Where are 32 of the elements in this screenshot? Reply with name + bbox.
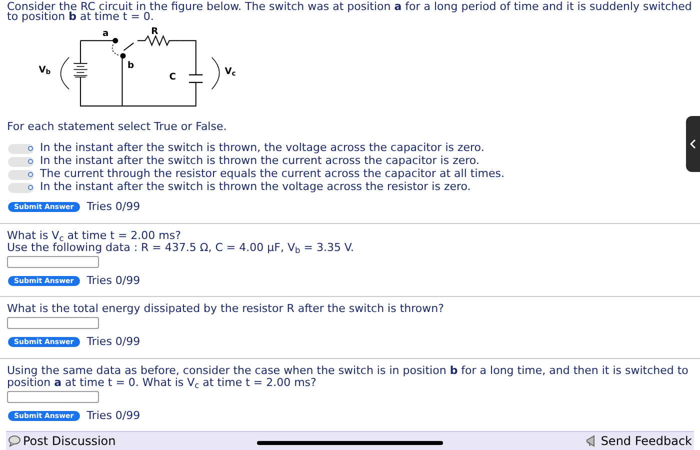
resistor-label: R [151, 27, 158, 36]
speech-bubble-icon [8, 435, 21, 447]
question-text: Using the same data as before, consider the case when the switch is in position b for a long time, and then it is switched to position a at time t = 0. What is V$_{c}$ at time t = 2.00 ms? [7, 364, 688, 388]
chevron-left-icon [690, 139, 696, 149]
voltage-label: V$_{c}$ [224, 66, 236, 76]
capacitor-label: C [169, 71, 176, 82]
switch-label: a [102, 28, 109, 38]
tries-counter: Tries 0/99 [86, 334, 140, 350]
question-text: What is V$_{c}$ at time t = 2.00 ms? [7, 228, 181, 242]
intro-text: Consider the RC circuit in the figure below. The switch was at position a for a long period of time and it is suddenly switched to position b at time t = 0. [7, 0, 692, 23]
answer-field[interactable] [7, 317, 99, 329]
tries-counter: Tries 0/99 [86, 199, 140, 215]
statement-text: In the instant after the switch is thrown the current across the capacitor is zero. [40, 154, 480, 168]
question-text: Use the following data : R = 437.5 Ω, C = 4.00 µF, V$_{b}$ = 3.35 V. [7, 240, 354, 254]
true-false-select[interactable] [8, 182, 34, 192]
post-discussion-link[interactable]: Post Discussion [8, 432, 116, 450]
answer-field[interactable] [7, 256, 99, 268]
voltage-label: V$_{b}$ [38, 64, 51, 75]
send-feedback-link[interactable]: Send Feedback [586, 432, 692, 450]
instruction: For each statement select True or False. [7, 118, 228, 134]
tries-counter: Tries 0/99 [86, 272, 140, 288]
drawer-handle[interactable] [686, 116, 700, 172]
statement-text: In the instant after the switch is thrown, the voltage across the capacitor is zero. [40, 140, 484, 156]
true-false-select[interactable] [8, 156, 34, 166]
true-false-select[interactable] [8, 144, 34, 154]
tries-counter: Tries 0/99 [86, 408, 140, 424]
true-false-select[interactable] [8, 170, 34, 180]
answer-field[interactable] [7, 390, 99, 402]
switch-label: b [128, 60, 134, 70]
statement-text: In the instant after the switch is thrown the voltage across the resistor is zero. [40, 180, 471, 196]
statement-text: The current through the resistor equals the current across the capacitor at all times. [40, 166, 504, 182]
question-text: What is the total energy dissipated by the resistor R after the switch is thrown? [7, 302, 444, 315]
